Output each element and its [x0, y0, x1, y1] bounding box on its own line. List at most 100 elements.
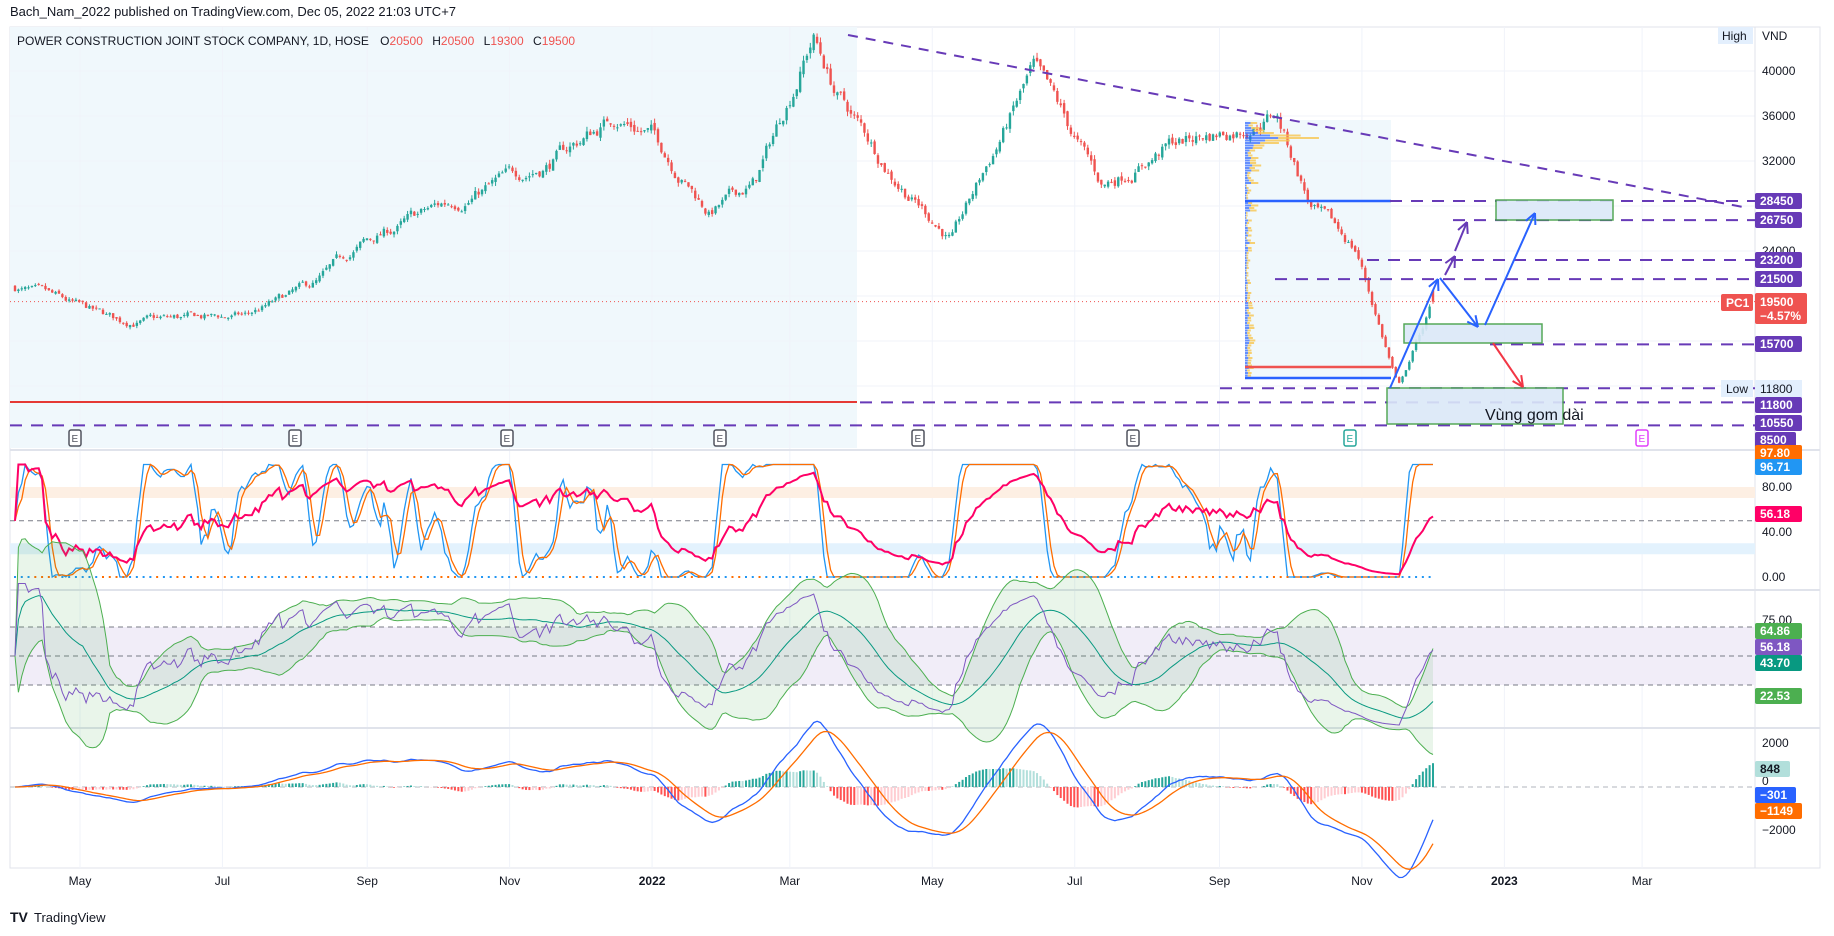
volume-profile-bar-down [1248, 375, 1251, 377]
candle-body [1239, 134, 1241, 135]
target-zone[interactable] [1496, 200, 1613, 220]
signal-dot [1124, 576, 1126, 578]
candle-body [1202, 138, 1204, 139]
histogram-bar [332, 783, 334, 787]
histogram-bar [968, 775, 970, 787]
candle-body [115, 317, 117, 319]
candle-body [829, 69, 831, 85]
candle-body [785, 108, 787, 120]
retest-zone[interactable] [1404, 324, 1542, 343]
signal-dot [312, 576, 314, 578]
candle-body [1049, 79, 1051, 83]
candle-body [1320, 207, 1322, 208]
candle-body [1005, 127, 1007, 128]
candle-body [816, 37, 818, 43]
rsi-value: 56.18 [1760, 507, 1790, 521]
earnings-marker[interactable]: E [289, 430, 301, 446]
earnings-marker[interactable]: E [1344, 430, 1356, 446]
candle-body [413, 212, 415, 216]
histogram-bar [1263, 786, 1265, 787]
candle-body [748, 185, 750, 188]
histogram-bar [1358, 787, 1360, 792]
histogram-bar [217, 786, 219, 787]
histogram-bar [955, 784, 957, 787]
earnings-marker[interactable]: E [69, 430, 81, 446]
histogram-bar [1266, 785, 1268, 787]
candle-body [230, 316, 232, 318]
histogram-bar [366, 784, 368, 787]
candle-body [799, 72, 801, 92]
earnings-marker[interactable]: E [501, 430, 513, 446]
volume-profile-bar-down [1248, 360, 1252, 362]
histogram-bar [816, 773, 818, 787]
signal-dot [1043, 576, 1045, 578]
earnings-marker[interactable]: E [1127, 430, 1139, 446]
candle-body [620, 124, 622, 125]
volume-profile-bar-up [1245, 322, 1247, 324]
signal-dot [231, 576, 233, 578]
candle-body [142, 318, 144, 321]
candle-body [559, 145, 561, 150]
histogram-bar [684, 787, 686, 799]
signal-dot [1097, 576, 1099, 578]
volume-profile-bar-down [1249, 325, 1254, 327]
candle-body [1337, 222, 1339, 229]
volume-profile-bar-down [1246, 255, 1248, 257]
earnings-label: E [1130, 434, 1137, 445]
signal-dot [210, 576, 212, 578]
volume-profile-bar-down [1250, 160, 1256, 162]
candle-body [1229, 136, 1231, 141]
histogram-bar [1104, 787, 1106, 805]
candle-body [992, 156, 994, 164]
histogram-bar [1033, 771, 1035, 787]
histogram-bar [1056, 787, 1058, 795]
volume-profile-bar-down [1246, 287, 1248, 289]
chart-canvas[interactable]: Bach_Nam_2022 published on TradingView.c… [0, 0, 1834, 931]
candle [1384, 335, 1386, 348]
histogram-bar [319, 785, 321, 787]
volume-profile-bar-down [1248, 320, 1251, 322]
volume-profile-bar-down [1248, 372, 1252, 374]
histogram-bar [972, 773, 974, 787]
candle-body [697, 198, 699, 200]
volume-profile-bar-up [1245, 207, 1249, 209]
earnings-marker[interactable]: E [714, 430, 726, 446]
candle-body [159, 317, 161, 318]
volume-profile-bar-down [1250, 162, 1256, 164]
earnings-marker[interactable]: E [1636, 430, 1648, 446]
histogram-bar [1290, 787, 1292, 794]
candle-body [1428, 307, 1430, 318]
candle-body [1367, 280, 1369, 292]
histogram-bar [146, 785, 148, 787]
signal-dot [759, 576, 761, 578]
candle-body [796, 89, 798, 96]
candle-body [163, 315, 165, 316]
time-axis[interactable]: MayJulSepNov2022MarMayJulSepNov2023Mar [69, 874, 1653, 888]
accumulation-annotation[interactable]: Vùng gom dài [1485, 407, 1584, 424]
candle-body [308, 286, 310, 287]
volume-profile-bar-down [1246, 197, 1248, 199]
candle-body [362, 239, 364, 242]
candle-body [1070, 128, 1072, 134]
time-tick: May [69, 874, 92, 888]
volume-profile-bar-down [1249, 337, 1253, 339]
signal-dot [1246, 576, 1248, 578]
candle-body [481, 190, 483, 194]
histogram-bar [555, 786, 557, 787]
signal-dot [298, 576, 300, 578]
stoch-tick: 40.00 [1762, 525, 1792, 539]
level-label: 26750 [1760, 213, 1794, 227]
candle-body [1100, 180, 1102, 185]
histogram-bar [593, 785, 595, 787]
candle-body [623, 124, 625, 125]
candle [1208, 133, 1210, 141]
histogram-bar [457, 787, 459, 791]
tradingview-logo[interactable]: TV TradingView [10, 909, 106, 925]
candle-body [281, 295, 283, 298]
earnings-label: E [504, 434, 511, 445]
earnings-marker[interactable]: E [912, 430, 924, 446]
symbol-tag: PC1 [1726, 296, 1750, 310]
histogram-bar [921, 787, 923, 791]
volume-profile-bar-down [1247, 260, 1250, 262]
candle-body [1066, 111, 1068, 126]
